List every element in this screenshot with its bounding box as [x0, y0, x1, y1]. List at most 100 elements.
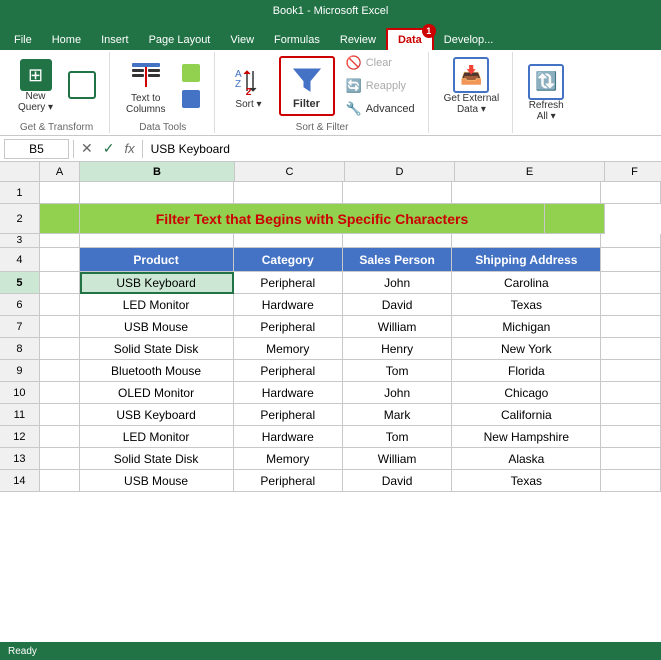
tab-view[interactable]: View [220, 30, 264, 50]
cell-e12[interactable]: New Hampshire [452, 426, 601, 448]
cell-e10[interactable]: Chicago [452, 382, 601, 404]
tab-review[interactable]: Review [330, 30, 386, 50]
cell-f6[interactable] [601, 294, 661, 316]
tab-data[interactable]: Data 1 [386, 28, 434, 50]
flash-fill-button[interactable] [176, 61, 206, 85]
filter-button[interactable]: Filter [279, 56, 335, 116]
row-header-10[interactable]: 10 [0, 382, 40, 404]
cell-a5[interactable] [40, 272, 80, 294]
col-header-c[interactable]: C [235, 162, 345, 182]
cell-category-header[interactable]: Category [234, 248, 343, 272]
cell-c9[interactable]: Peripheral [234, 360, 343, 382]
row-header-3[interactable]: 3 [0, 234, 40, 248]
row-header-13[interactable]: 13 [0, 448, 40, 470]
tab-insert[interactable]: Insert [91, 30, 139, 50]
get-external-data-button[interactable]: 📥 Get ExternalData ▾ [439, 55, 505, 117]
cell-f5[interactable] [601, 272, 661, 294]
col-header-f[interactable]: F [605, 162, 661, 182]
cell-a10[interactable] [40, 382, 80, 404]
cell-f2[interactable] [545, 204, 605, 234]
formula-input[interactable] [147, 142, 657, 156]
sort-button[interactable]: A Z Sort ▾ 2 [225, 60, 273, 113]
cell-f13[interactable] [601, 448, 661, 470]
col-header-e[interactable]: E [455, 162, 605, 182]
cell-a11[interactable] [40, 404, 80, 426]
cell-c10[interactable]: Hardware [234, 382, 343, 404]
tab-page-layout[interactable]: Page Layout [139, 30, 221, 50]
cell-f9[interactable] [601, 360, 661, 382]
new-query-button[interactable]: ⊞ New Query ▾ [12, 56, 59, 116]
cell-a3[interactable] [40, 234, 80, 248]
cell-e14[interactable]: Texas [452, 470, 601, 492]
cell-e11[interactable]: California [452, 404, 601, 426]
tab-file[interactable]: File [4, 30, 42, 50]
cell-d7[interactable]: William [343, 316, 452, 338]
refresh-all-button[interactable]: 🔃 RefreshAll ▾ [523, 62, 569, 124]
tab-formulas[interactable]: Formulas [264, 30, 330, 50]
cell-c5[interactable]: Peripheral [234, 272, 343, 294]
cell-b12[interactable]: LED Monitor [80, 426, 234, 448]
cell-b7[interactable]: USB Mouse [80, 316, 234, 338]
cell-c13[interactable]: Memory [234, 448, 343, 470]
cell-d1[interactable] [343, 182, 452, 204]
row-header-12[interactable]: 12 [0, 426, 40, 448]
insert-function-button[interactable]: fx [121, 141, 137, 156]
cell-e6[interactable]: Texas [452, 294, 601, 316]
cell-f14[interactable] [601, 470, 661, 492]
tab-developer[interactable]: Develop... [434, 30, 504, 50]
query-dropdown[interactable]: Query ▾ [18, 102, 53, 113]
cell-b11[interactable]: USB Keyboard [80, 404, 234, 426]
cell-f7[interactable] [601, 316, 661, 338]
col-header-b[interactable]: B [80, 162, 235, 182]
cell-a12[interactable] [40, 426, 80, 448]
cell-a1[interactable] [40, 182, 80, 204]
cell-a8[interactable] [40, 338, 80, 360]
cell-b13[interactable]: Solid State Disk [80, 448, 234, 470]
cell-a4[interactable] [40, 248, 80, 272]
cell-a7[interactable] [40, 316, 80, 338]
cell-d3[interactable] [343, 234, 452, 248]
cell-a2[interactable] [40, 204, 80, 234]
row-header-2[interactable]: 2 [0, 204, 40, 234]
cell-f4[interactable] [601, 248, 661, 272]
cell-f8[interactable] [601, 338, 661, 360]
row-header-1[interactable]: 1 [0, 182, 40, 204]
row-header-9[interactable]: 9 [0, 360, 40, 382]
cell-e13[interactable]: Alaska [452, 448, 601, 470]
cell-c3[interactable] [234, 234, 343, 248]
cell-e9[interactable]: Florida [452, 360, 601, 382]
cell-e1[interactable] [452, 182, 601, 204]
reapply-button[interactable]: 🔄 Reapply [341, 76, 420, 96]
cell-c14[interactable]: Peripheral [234, 470, 343, 492]
cell-b14[interactable]: USB Mouse [80, 470, 234, 492]
cell-f12[interactable] [601, 426, 661, 448]
tab-home[interactable]: Home [42, 30, 91, 50]
cell-a14[interactable] [40, 470, 80, 492]
cell-d13[interactable]: William [343, 448, 452, 470]
cell-d5[interactable]: John [343, 272, 452, 294]
cell-title[interactable]: Filter Text that Begins with Specific Ch… [80, 204, 545, 234]
sort-label[interactable]: Sort ▾ [235, 99, 261, 110]
cell-d11[interactable]: Mark [343, 404, 452, 426]
cancel-formula-button[interactable]: ✕ [78, 140, 96, 157]
cell-f10[interactable] [601, 382, 661, 404]
cell-e3[interactable] [452, 234, 601, 248]
row-header-11[interactable]: 11 [0, 404, 40, 426]
confirm-formula-button[interactable]: ✓ [100, 140, 118, 157]
cell-b10[interactable]: OLED Monitor [80, 382, 234, 404]
row-header-7[interactable]: 7 [0, 316, 40, 338]
cell-d6[interactable]: David [343, 294, 452, 316]
cell-d10[interactable]: John [343, 382, 452, 404]
cell-f1[interactable] [601, 182, 661, 204]
cell-b1[interactable] [80, 182, 234, 204]
cell-e7[interactable]: Michigan [452, 316, 601, 338]
name-box[interactable] [4, 139, 69, 159]
cell-b6[interactable]: LED Monitor [80, 294, 234, 316]
cell-e5[interactable]: Carolina [452, 272, 601, 294]
cell-a6[interactable] [40, 294, 80, 316]
cell-product-header[interactable]: Product [80, 248, 234, 272]
row-header-5[interactable]: 5 [0, 272, 40, 294]
advanced-button[interactable]: 🔧 Advanced [341, 99, 420, 119]
cell-e8[interactable]: New York [452, 338, 601, 360]
cell-c11[interactable]: Peripheral [234, 404, 343, 426]
